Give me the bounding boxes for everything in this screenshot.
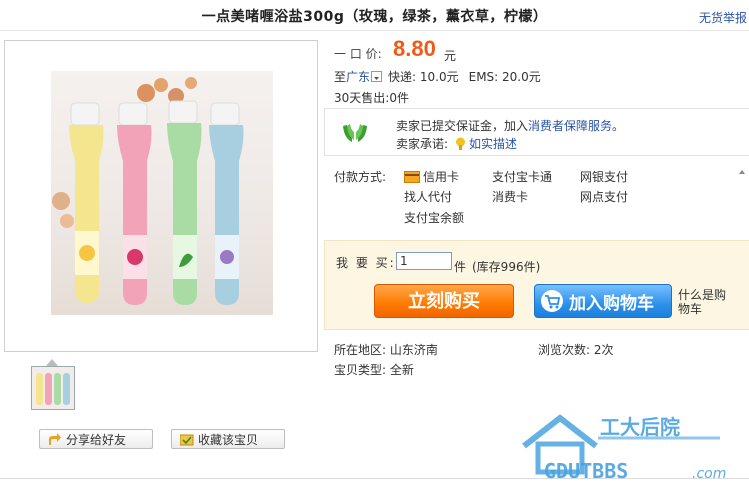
consumer-protection-link[interactable]: 消费者保障服务 [528, 119, 612, 133]
type-row: 宝贝类型: 全新 [334, 361, 414, 378]
payment-alipay-balance: 支付宝余额 [404, 211, 465, 225]
sold-label: 30天售出: [334, 91, 390, 105]
region-label: 所在地区: [334, 343, 387, 357]
favorite-icon [179, 433, 194, 446]
buy-now-button[interactable]: 立刻购买 [374, 284, 514, 318]
payment-label: 付款方式: [334, 170, 387, 184]
thumbnail-bottles [32, 367, 74, 409]
type-label: 宝贝类型: [334, 363, 387, 377]
guarantee-end: 。 [612, 119, 625, 133]
region-row: 所在地区: 山东济南 [334, 341, 438, 358]
location-dropdown-icon[interactable] [371, 71, 383, 82]
shipping-row: 至 广东 快递: 10.0元 EMS: 20.0元 [334, 68, 541, 85]
shipping-prefix: 至 [334, 70, 347, 84]
sold-value: 0件 [389, 91, 409, 105]
type-value: 全新 [389, 363, 414, 377]
what-is-cart-link[interactable]: 什么是购物车 [678, 288, 728, 316]
protection-hands-icon [340, 116, 370, 146]
watermark-en: GDUTBBS [544, 459, 628, 483]
watermark-cn: 工大后院 [600, 415, 680, 439]
watermark-suffix: .com [692, 466, 726, 482]
payment-online-bank: 网银支付 [580, 170, 629, 184]
views-value: 2次 [593, 343, 614, 357]
share-icon [48, 432, 62, 446]
payment-method-label: 信用卡 [423, 170, 460, 184]
bath-salt-bottles-image [52, 77, 244, 305]
promise-line: 卖家承诺: 如实描述 [396, 135, 517, 152]
payment-alipay-card: 支付宝卡通 [492, 170, 553, 184]
payment-outlet-pay: 网点支付 [580, 190, 629, 204]
views-label: 浏览次数: [538, 343, 591, 357]
sold-row: 30天售出:0件 [334, 89, 409, 106]
share-label: 分享给好友 [66, 432, 127, 447]
shipping-ems: EMS: 20.0元 [468, 70, 541, 84]
payment-proxy-pay: 找人代付 [404, 190, 453, 204]
price-label: 一 口 价: [334, 47, 382, 61]
quantity-unit: 件 [454, 260, 467, 274]
views-row: 浏览次数: 2次 [538, 341, 614, 358]
add-to-cart-label: 加入购物车 [569, 293, 654, 314]
price-value: 8.80 [393, 36, 436, 61]
title-bar: 一点美啫喱浴盐300g（玫瑰，绿茶，薰衣草，柠檬） 无货举报 [0, 0, 749, 31]
add-to-cart-button[interactable]: 加入购物车 [534, 284, 672, 318]
product-image-frame [4, 40, 318, 352]
payment-consumer-card: 消费卡 [492, 190, 529, 204]
region-value: 山东济南 [389, 343, 438, 357]
cart-icon [541, 290, 563, 312]
promise-label: 卖家承诺: [396, 137, 449, 151]
guarantee-line: 卖家已提交保证金，加入消费者保障服务。 [396, 117, 624, 134]
product-photo[interactable] [51, 71, 273, 315]
guarantee-text: 卖家已提交保证金，加入 [396, 119, 529, 133]
shipping-location[interactable]: 广东 [346, 68, 370, 85]
payment-credit-card: 信用卡 [404, 168, 459, 185]
forum-watermark-logo: 工大后院 GDUTBBS .com [520, 412, 749, 486]
credit-card-icon [404, 170, 420, 183]
as-described-link[interactable]: 如实描述 [469, 135, 517, 152]
quantity-label: 我 要 买: [336, 256, 396, 270]
share-button[interactable]: 分享给好友 [39, 429, 153, 449]
favorite-button[interactable]: 收藏该宝贝 [171, 429, 285, 449]
thumbnail-image[interactable] [31, 366, 75, 410]
stock-count: (库存996件) [472, 260, 541, 274]
shipping-express: 快递: 10.0元 [388, 70, 459, 84]
product-title: 一点美啫喱浴盐300g（玫瑰，绿茶，薰衣草，柠檬） [201, 9, 548, 25]
thumbs-up-icon [454, 137, 467, 150]
favorite-label: 收藏该宝贝 [198, 432, 259, 447]
report-link[interactable]: 无货举报 [699, 9, 747, 26]
quantity-input[interactable] [396, 252, 452, 270]
price-unit: 元 [444, 49, 457, 63]
collapse-arrow-icon[interactable] [737, 166, 747, 176]
thumbnail-pointer [46, 359, 58, 366]
